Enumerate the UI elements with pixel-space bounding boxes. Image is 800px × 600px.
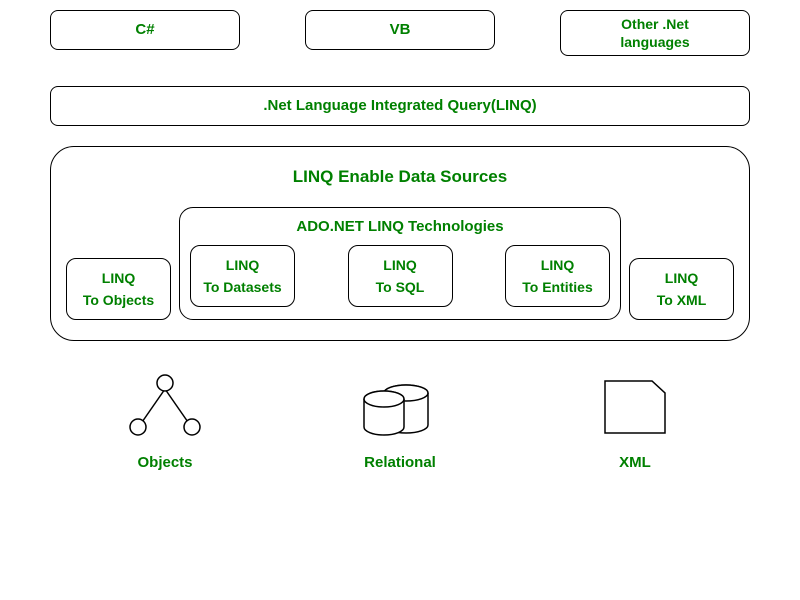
data-sources-container: LINQ Enable Data Sources LINQ To Objects… bbox=[50, 146, 750, 341]
languages-row: C# VB Other .Net languages bbox=[50, 10, 750, 56]
provider-linq-to-sql: LINQ To SQL bbox=[348, 245, 453, 307]
store-relational-label: Relational bbox=[350, 454, 450, 471]
database-icon bbox=[350, 371, 450, 441]
provider-line1: LINQ bbox=[67, 267, 170, 289]
providers-row: LINQ To Objects ADO.NET LINQ Technologie… bbox=[66, 207, 734, 320]
provider-line2: To XML bbox=[630, 289, 733, 311]
tree-icon bbox=[120, 371, 210, 441]
provider-line2: To Objects bbox=[67, 289, 170, 311]
provider-linq-to-xml: LINQ To XML bbox=[629, 258, 734, 320]
provider-linq-to-datasets: LINQ To Datasets bbox=[190, 245, 295, 307]
provider-line2: To Entities bbox=[506, 276, 609, 298]
ado-title: ADO.NET LINQ Technologies bbox=[190, 218, 610, 235]
provider-line1: LINQ bbox=[349, 254, 452, 276]
provider-linq-to-entities: LINQ To Entities bbox=[505, 245, 610, 307]
document-icon bbox=[590, 371, 680, 441]
language-csharp: C# bbox=[50, 10, 240, 50]
provider-linq-to-objects: LINQ To Objects bbox=[66, 258, 171, 320]
ado-providers-row: LINQ To Datasets LINQ To SQL LINQ To Ent… bbox=[190, 245, 610, 307]
store-relational: Relational bbox=[350, 371, 450, 471]
linq-row: .Net Language Integrated Query(LINQ) bbox=[50, 86, 750, 126]
store-xml: XML bbox=[590, 371, 680, 471]
store-objects-label: Objects bbox=[120, 454, 210, 471]
language-other-label: Other .Net languages bbox=[620, 15, 689, 51]
provider-line2: To Datasets bbox=[191, 276, 294, 298]
ado-container: ADO.NET LINQ Technologies LINQ To Datase… bbox=[179, 207, 621, 320]
linq-bar: .Net Language Integrated Query(LINQ) bbox=[50, 86, 750, 126]
provider-line1: LINQ bbox=[630, 267, 733, 289]
provider-line1: LINQ bbox=[506, 254, 609, 276]
stores-row: Objects Relational XML bbox=[50, 371, 750, 471]
language-other: Other .Net languages bbox=[560, 10, 750, 56]
store-xml-label: XML bbox=[590, 454, 680, 471]
store-objects: Objects bbox=[120, 371, 210, 471]
provider-line2: To SQL bbox=[349, 276, 452, 298]
provider-line1: LINQ bbox=[191, 254, 294, 276]
data-sources-title: LINQ Enable Data Sources bbox=[66, 167, 734, 187]
language-vb: VB bbox=[305, 10, 495, 50]
